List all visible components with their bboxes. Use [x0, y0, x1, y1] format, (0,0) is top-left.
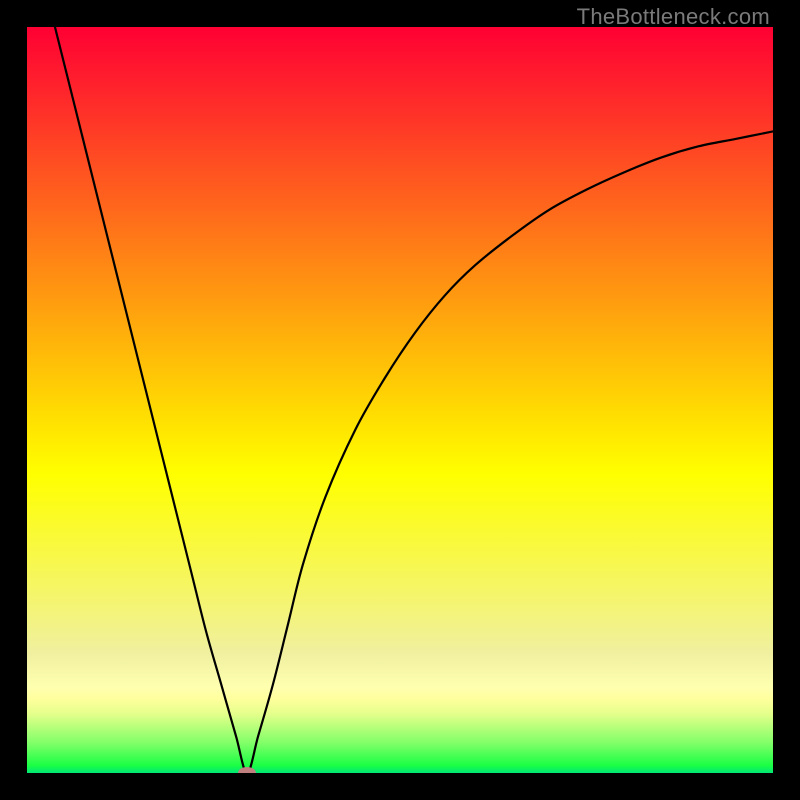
bottleneck-curve	[27, 27, 773, 773]
curve-svg	[27, 27, 773, 773]
plot-area	[27, 27, 773, 773]
optimum-marker	[238, 767, 256, 773]
watermark-text: TheBottleneck.com	[577, 4, 770, 30]
chart-frame: TheBottleneck.com	[0, 0, 800, 800]
